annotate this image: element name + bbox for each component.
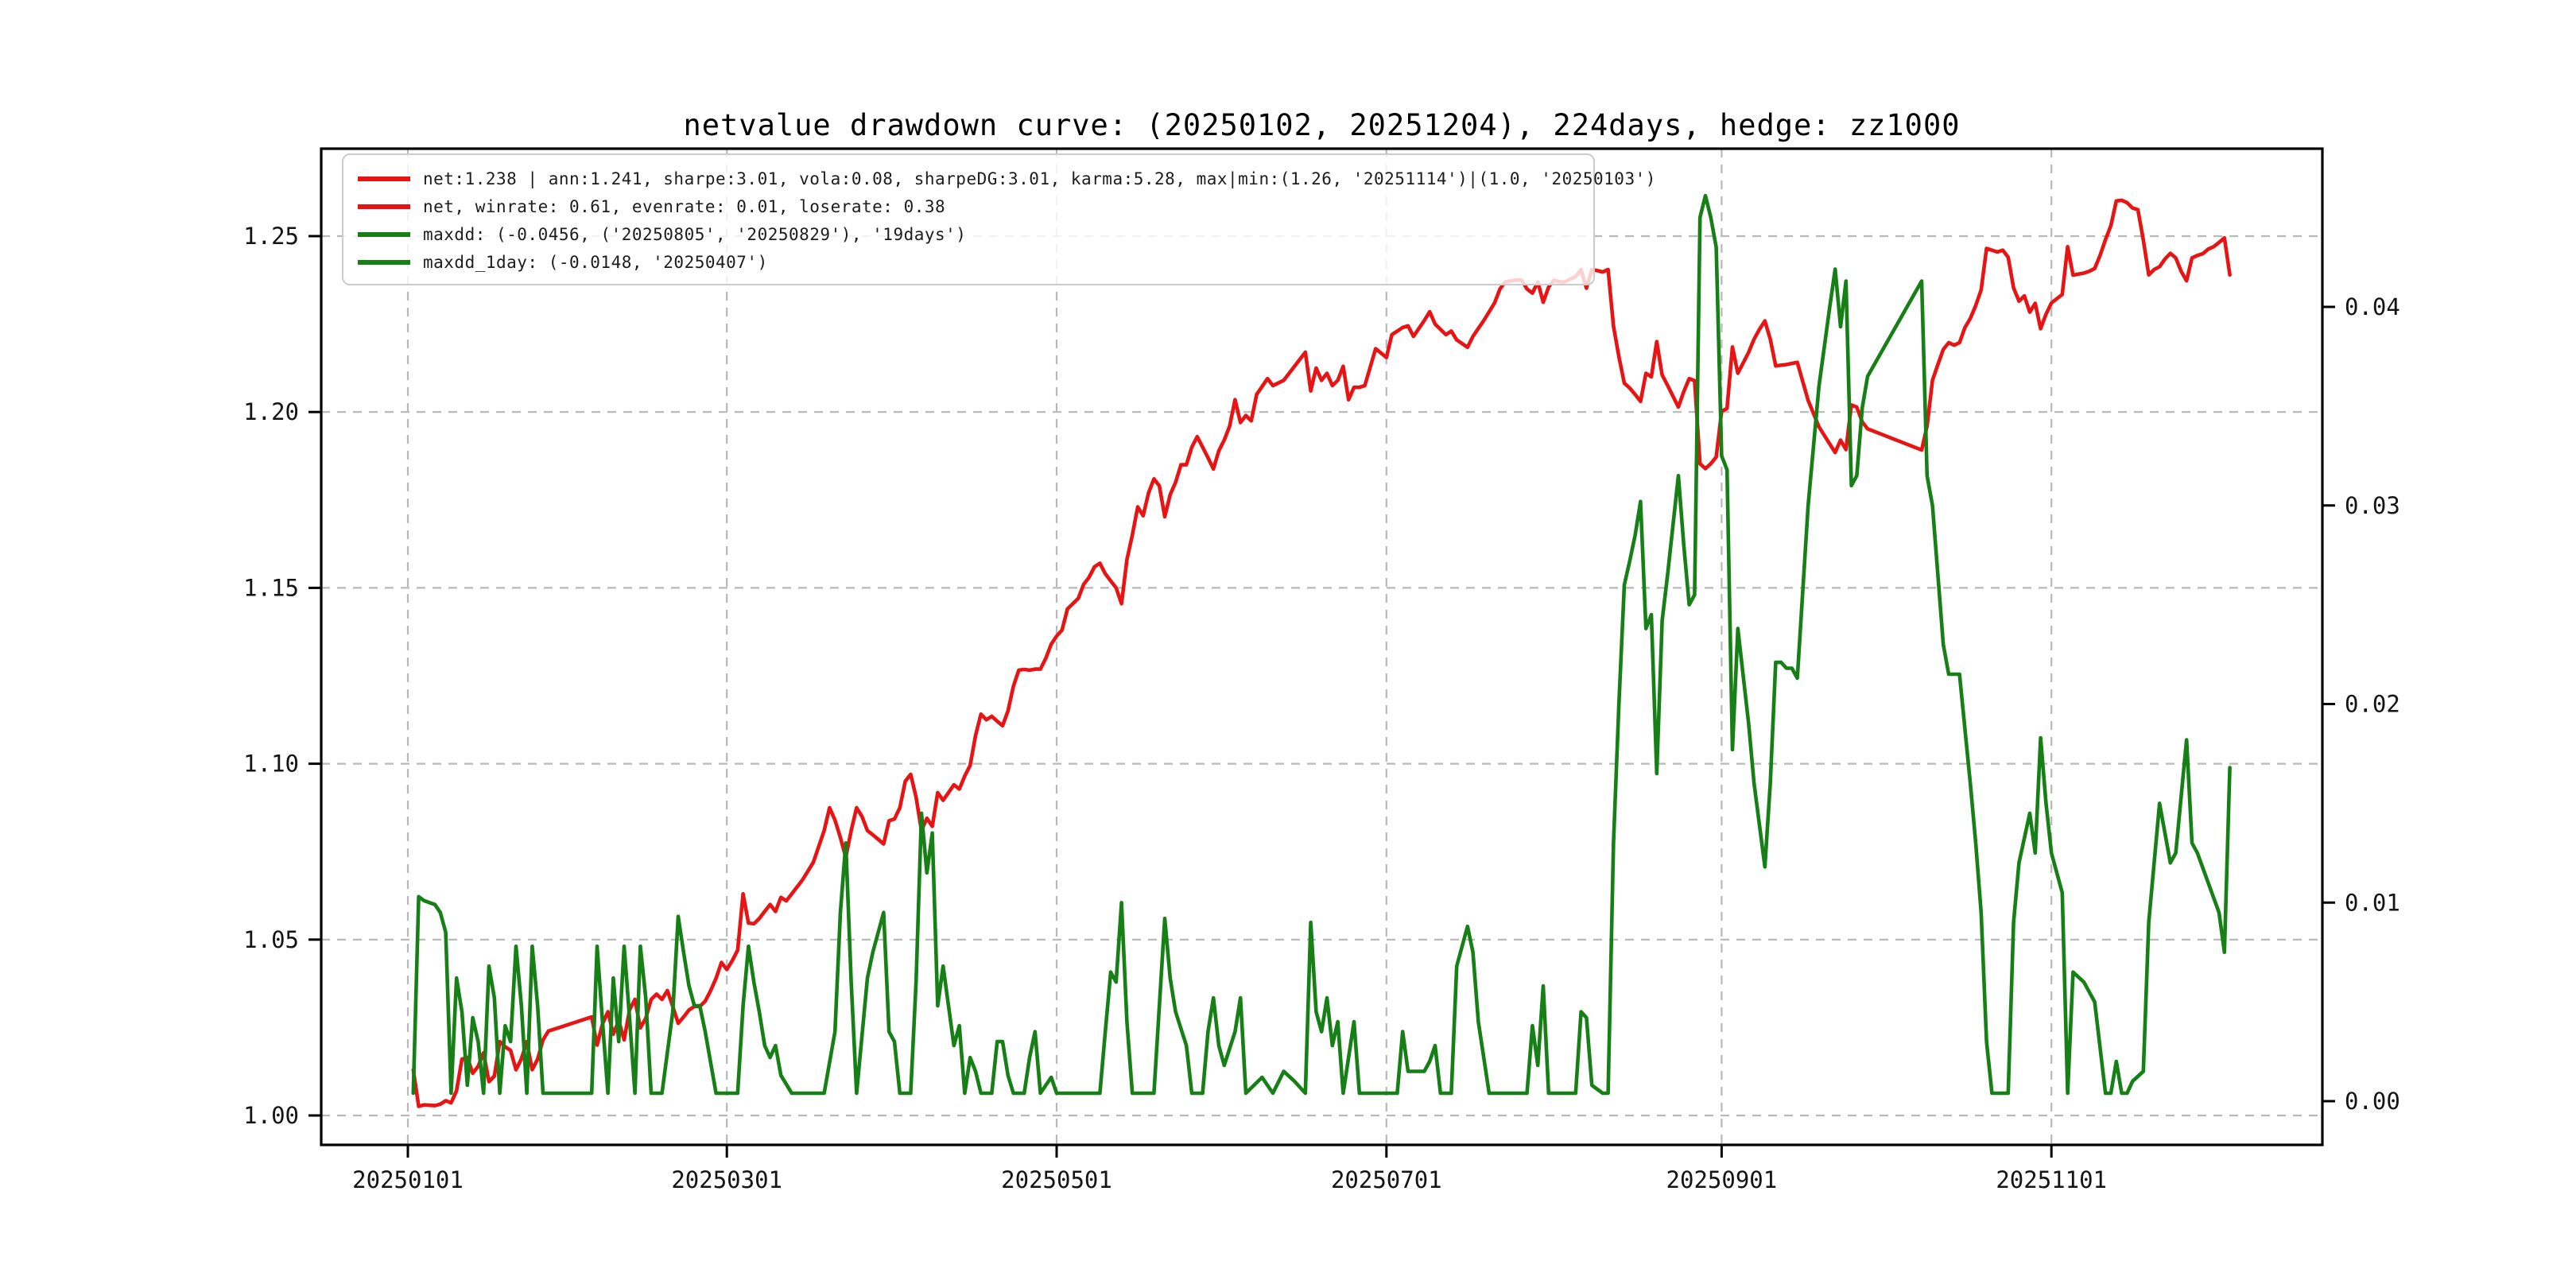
x-axis-tick-label: 20250901 — [1666, 1166, 1778, 1193]
net-line-swatch — [358, 176, 410, 181]
series-line-maxdd — [411, 193, 2232, 1096]
left-axis-tick-label: 1.25 — [243, 223, 299, 250]
left-axis-tick-label: 1.05 — [243, 926, 299, 953]
x-axis-tick-label: 20251101 — [1996, 1166, 2107, 1193]
right-axis-tick-label: 0.03 — [2345, 492, 2400, 519]
right-axis-tick-label: 0.01 — [2345, 889, 2400, 916]
net-line-swatch — [358, 204, 410, 209]
legend-item-maxdd: maxdd: (-0.0456, ('20250805', '20250829'… — [358, 220, 1579, 248]
left-axis-tick-label: 1.20 — [243, 398, 299, 425]
legend-label: net, winrate: 0.61, evenrate: 0.01, lose… — [423, 196, 946, 216]
figure: 1.00 1.05 1.10 1.15 1.20 1.25 0.00 0.01 0.02 0.03… — [0, 0, 2576, 1288]
legend-label: maxdd: (-0.0456, ('20250805', '20250829'… — [423, 224, 967, 244]
maxdd-line-swatch — [358, 231, 410, 237]
right-axis-tick-label: 0.02 — [2345, 691, 2400, 718]
left-axis-tick-label: 1.00 — [243, 1102, 299, 1129]
x-axis-tick-label: 20250701 — [1331, 1166, 1442, 1193]
left-axis-tick-label: 1.15 — [243, 574, 299, 601]
legend-item-maxdd-1day: maxdd_1day: (-0.0148, '20250407') — [358, 248, 1579, 276]
legend-label: net:1.238 | ann:1.241, sharpe:3.01, vola… — [423, 169, 1656, 188]
legend-item-net-stats: net:1.238 | ann:1.241, sharpe:3.01, vola… — [358, 165, 1655, 192]
left-axis-tick-label: 1.10 — [243, 751, 299, 778]
legend-item-net-winrate: net, winrate: 0.61, evenrate: 0.01, lose… — [358, 192, 1579, 220]
x-axis-tick-label: 20250501 — [1001, 1166, 1112, 1193]
maxdd-1day-line-swatch — [358, 259, 410, 265]
right-axis-tick-label: 0.04 — [2345, 293, 2400, 320]
x-axis-tick-label: 20250301 — [671, 1166, 782, 1193]
chart-title: netvalue drawdown curve: (20250102, 2025… — [683, 108, 1961, 142]
x-axis-tick-label: 20250101 — [352, 1166, 464, 1193]
right-axis-tick-label: 0.00 — [2345, 1088, 2400, 1115]
legend-label: maxdd_1day: (-0.0148, '20250407') — [423, 252, 768, 272]
legend: net:1.238 | ann:1.241, sharpe:3.01, vola… — [342, 153, 1655, 285]
